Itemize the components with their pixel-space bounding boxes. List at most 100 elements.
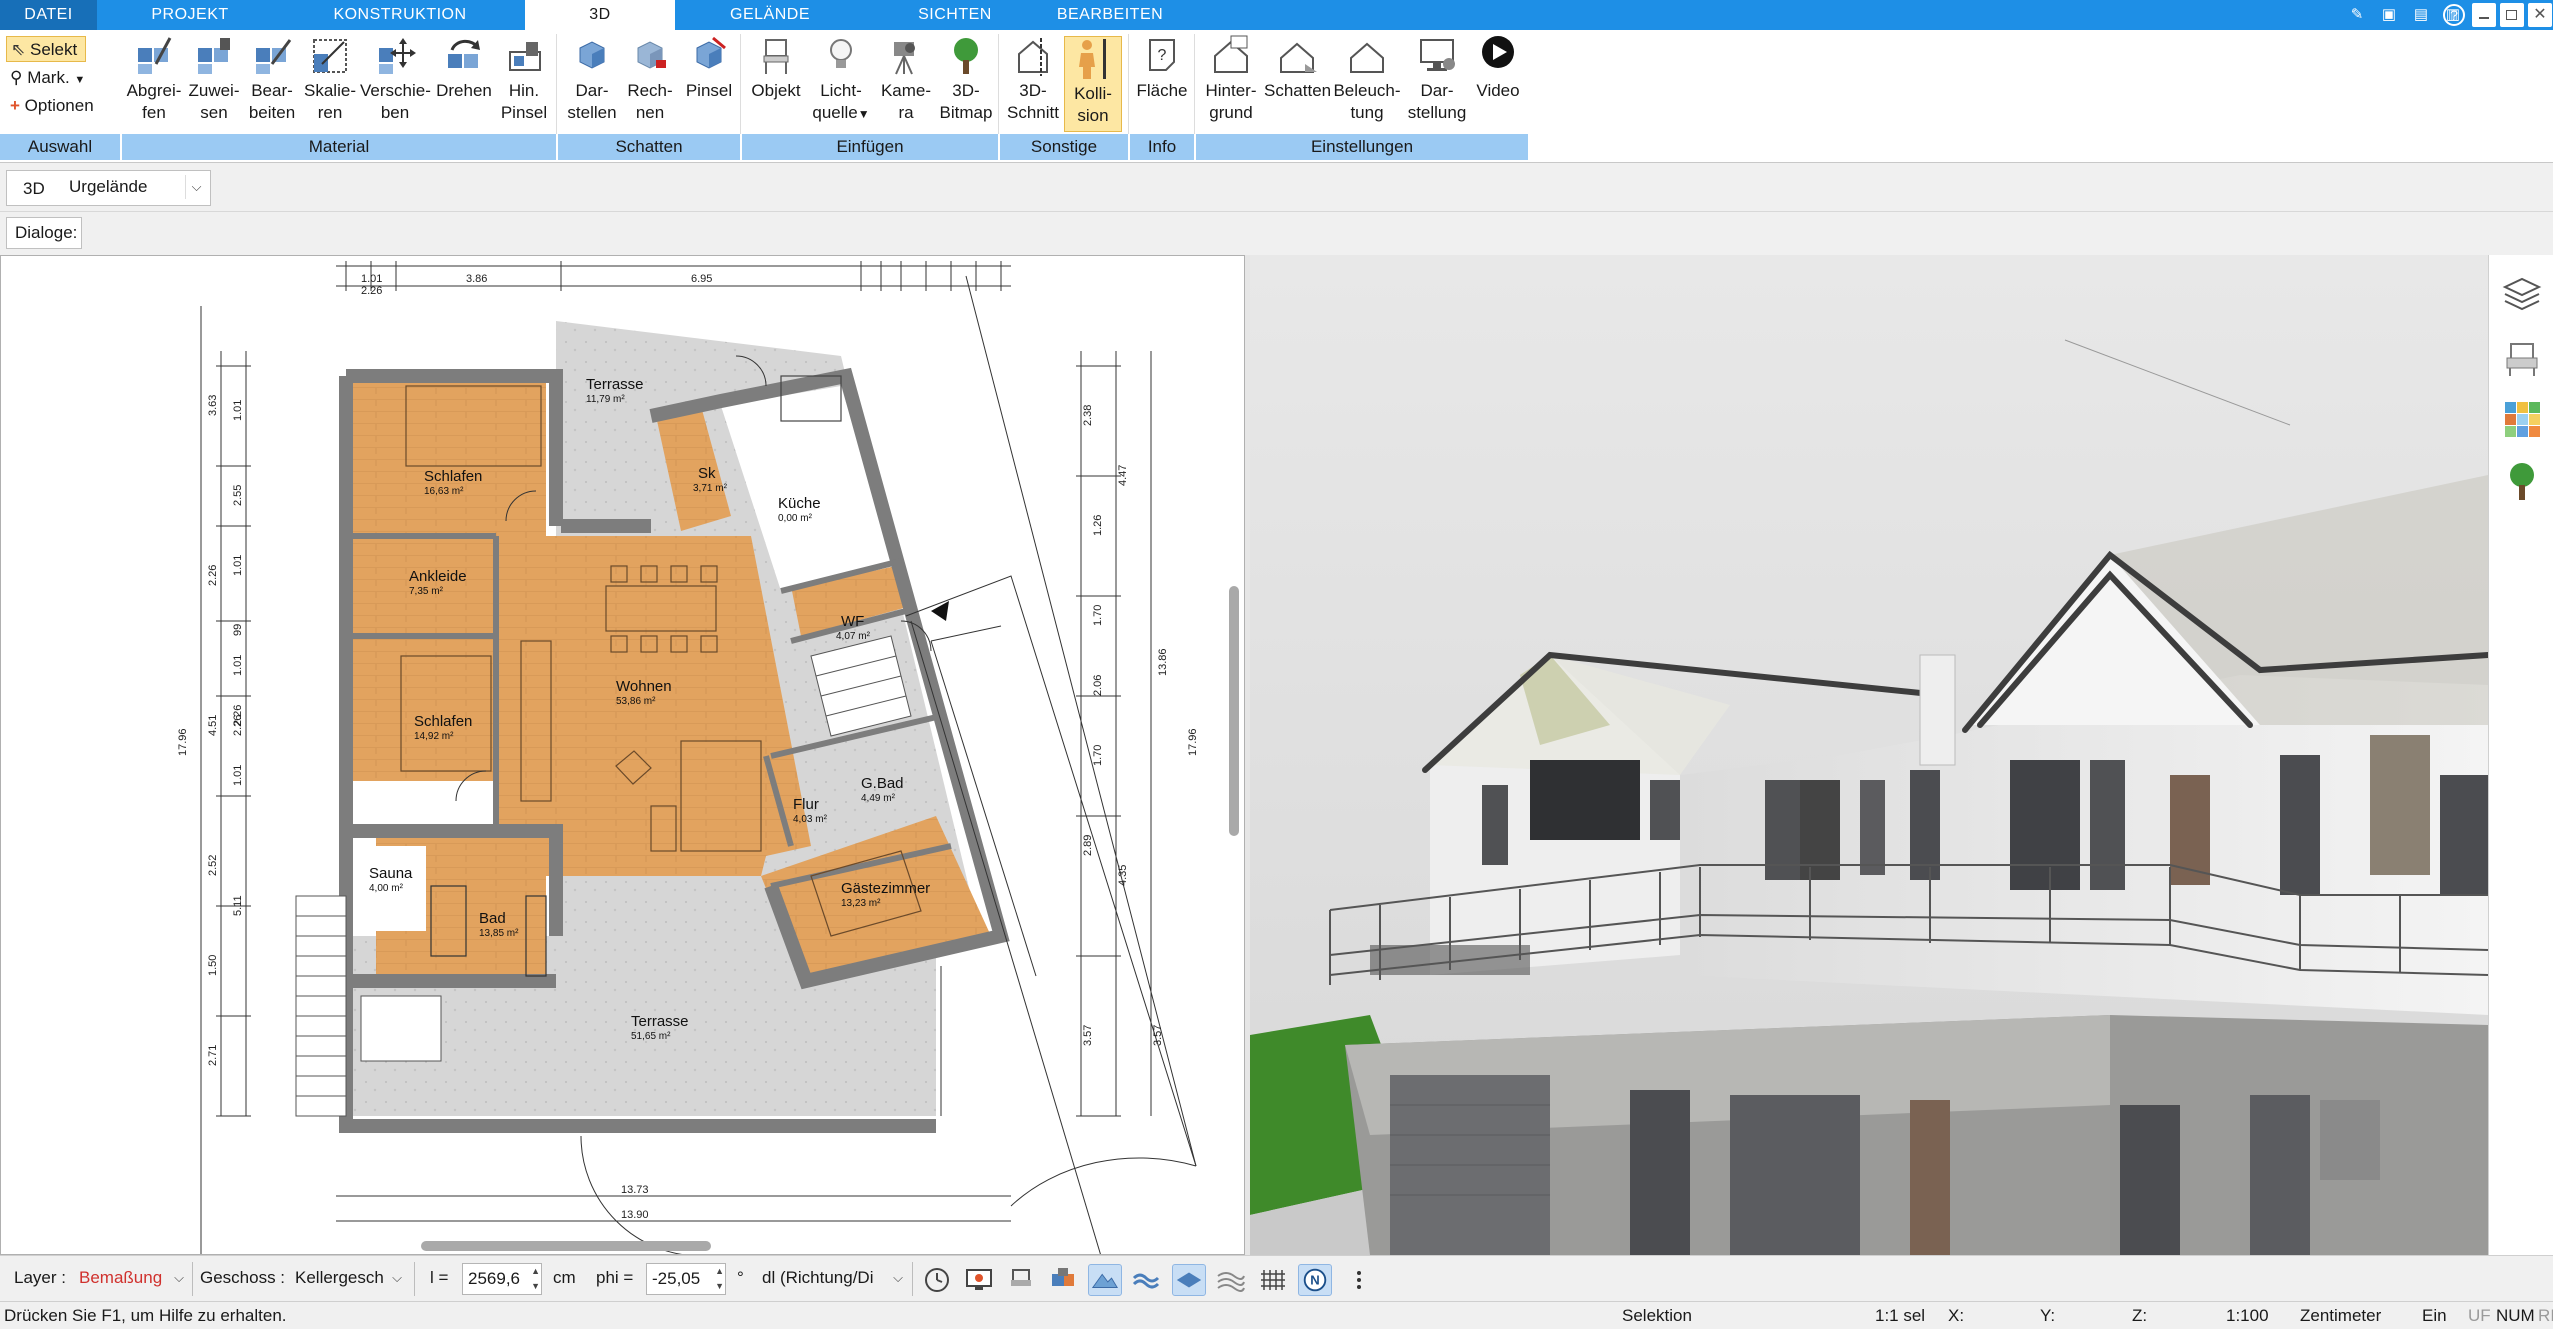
grid-icon[interactable] [1256, 1264, 1290, 1296]
window-icon[interactable]: ▣ [2377, 3, 2401, 27]
kollision-button[interactable]: Kolli- sion [1064, 36, 1122, 132]
svg-text:4,07 m²: 4,07 m² [836, 631, 871, 642]
schatten-darstellen-button[interactable]: Dar- stellen [562, 34, 622, 124]
phi-input[interactable]: -25,05 ▲ ▼ [646, 1263, 726, 1295]
materials-icon[interactable] [2501, 398, 2543, 440]
3d-schnitt-button[interactable]: 3D- Schnitt [1002, 34, 1064, 124]
video-button[interactable]: Video [1470, 34, 1526, 102]
tools-icon[interactable]: ✎ [2345, 3, 2369, 27]
zuweisen-button[interactable]: Zuwei- sen [186, 34, 242, 124]
3d-view[interactable] [1250, 255, 2488, 1255]
clock-icon[interactable] [920, 1264, 954, 1296]
wind-icon[interactable] [1214, 1264, 1248, 1296]
vertical-scrollbar[interactable] [1229, 586, 1239, 836]
svg-text:51,65 m²: 51,65 m² [631, 1031, 671, 1042]
phi-value: -25,05 [652, 1269, 701, 1288]
skalieren-button[interactable]: Skalie- ren [300, 34, 360, 124]
svg-text:1.50: 1.50 [207, 955, 219, 976]
schatten-rechnen-button[interactable]: Rech- nen [622, 34, 678, 124]
kamera-button[interactable]: Kame- ra [876, 34, 936, 124]
wave-view-icon[interactable] [1130, 1264, 1164, 1296]
geschoss-label: Geschoss : [200, 1268, 286, 1287]
tab-bearbeiten[interactable]: BEARBEITEN [1050, 0, 1170, 30]
chair-view-icon[interactable] [1004, 1264, 1038, 1296]
hintergrund-label-1: Hinter- [1205, 81, 1257, 100]
3d-house-render[interactable] [1250, 255, 2488, 1255]
chevron-down-icon: ⌵ [185, 175, 207, 199]
brush-icon [509, 42, 541, 71]
verschieben-button[interactable]: Verschie- ben [360, 34, 431, 124]
kamera-label-2: ra [898, 103, 914, 122]
floor-plan-view[interactable]: 3.63 1.01 2.55 2.26 1.01 99 1.01 2.26 4.… [0, 255, 1245, 1255]
more-options-icon[interactable] [1342, 1264, 1376, 1296]
tab-3d[interactable]: 3D [525, 0, 675, 31]
layers-icon[interactable] [2501, 273, 2543, 315]
spin-icon[interactable]: ▲ ▼ [715, 1264, 724, 1294]
svg-text:99: 99 [232, 624, 244, 636]
layer-select[interactable]: Bemaßung ⌵ [74, 1263, 186, 1295]
status-y: Y: [2040, 1306, 2056, 1325]
view-label: 3D [23, 179, 45, 198]
terrain-select[interactable]: Urgelände ⌵ [61, 172, 209, 204]
hin-pinsel-button[interactable]: Hin. Pinsel [496, 34, 552, 124]
spin-icon[interactable]: ▲ ▼ [531, 1264, 540, 1294]
length-input[interactable]: 2569,6 ▲ ▼ [462, 1263, 542, 1295]
lichtquelle-button[interactable]: Licht- quelle▼ [808, 34, 874, 125]
layer-value: Bemaßung [79, 1268, 163, 1287]
app-window: DATEI PROJEKT KONSTRUKTION 3D GELÄNDE SI… [0, 0, 2553, 1329]
catalog-side-panel [2488, 255, 2553, 1255]
plants-icon[interactable] [2501, 460, 2543, 502]
3d-bitmap-button[interactable]: 3D- Bitmap [936, 34, 996, 124]
layout-icon[interactable]: ▤ [2409, 3, 2433, 27]
svg-text:2.26: 2.26 [232, 715, 244, 736]
hintergrund-button[interactable]: Hinter- grund [1198, 34, 1264, 124]
objekt-button[interactable]: Objekt [746, 34, 806, 102]
floor-layer-icon[interactable] [1172, 1264, 1206, 1296]
geschoss-select[interactable]: Kellergesch ⌵ [290, 1263, 404, 1295]
svg-text:4.47: 4.47 [1117, 465, 1129, 486]
status-mode: Selektion [1622, 1306, 1692, 1325]
svg-text:1.01: 1.01 [232, 555, 244, 576]
direction-select[interactable]: dl (Richtung/Di ⌵ [757, 1263, 905, 1295]
chevron-down-icon: ⌵ [174, 1270, 184, 1285]
group-label-schatten: Schatten [558, 134, 740, 160]
material-view-icon[interactable] [1046, 1264, 1080, 1296]
select-label: Selekt [29, 40, 78, 59]
minimize-button[interactable] [2472, 3, 2496, 27]
svg-text:Terrasse: Terrasse [586, 376, 644, 393]
options-button[interactable]: + Optionen [6, 93, 98, 119]
schatten-pinsel-button[interactable]: Pinsel [680, 34, 738, 102]
svg-text:2.38: 2.38 [1082, 405, 1094, 426]
abgreifen-button[interactable]: Abgrei- fen [122, 34, 186, 124]
help-circle-icon[interactable]: ? [2442, 3, 2466, 27]
floor-plan-drawing[interactable]: 3.63 1.01 2.55 2.26 1.01 99 1.01 2.26 4.… [1, 256, 1245, 1255]
divider [998, 34, 999, 134]
mark-button[interactable]: ⚲ Mark. ▼ [6, 65, 89, 91]
select-button[interactable]: ⇖ Selekt [6, 36, 86, 62]
screen-display-icon[interactable] [962, 1264, 996, 1296]
tab-gelaende[interactable]: GELÄNDE [700, 0, 840, 30]
north-icon[interactable]: N [1298, 1264, 1332, 1296]
armchair-icon[interactable] [2501, 338, 2543, 380]
horizontal-scrollbar[interactable] [421, 1241, 711, 1251]
tab-projekt[interactable]: PROJEKT [110, 0, 270, 30]
svg-text:Ankleide: Ankleide [409, 568, 467, 585]
lichtquelle-label-2: quelle [812, 103, 858, 122]
tab-konstruktion[interactable]: KONSTRUKTION [320, 0, 480, 30]
darstellung-button[interactable]: Dar- stellung [1404, 34, 1470, 124]
close-button[interactable]: ✕ [2528, 3, 2552, 27]
darstellung-label-1: Dar- [1420, 81, 1454, 100]
tab-sichten[interactable]: SICHTEN [890, 0, 1020, 30]
status-x: X: [1948, 1306, 1965, 1325]
schatten-einstellungen-button[interactable]: Schatten [1264, 34, 1331, 102]
flaeche-button[interactable]: ? Fläche [1132, 34, 1192, 102]
restore-button[interactable] [2500, 3, 2524, 27]
tab-datei[interactable]: DATEI [0, 0, 97, 30]
terrain-view-icon[interactable] [1088, 1264, 1122, 1296]
svg-text:4,00 m²: 4,00 m² [369, 883, 404, 894]
drehen-button[interactable]: Drehen [432, 34, 496, 102]
bearbeiten-button[interactable]: Bear- beiten [244, 34, 300, 124]
beleuchtung-button[interactable]: Beleuch- tung [1332, 34, 1402, 124]
lightbulb-icon [830, 39, 852, 68]
zuweisen-label-2: sen [200, 103, 228, 122]
